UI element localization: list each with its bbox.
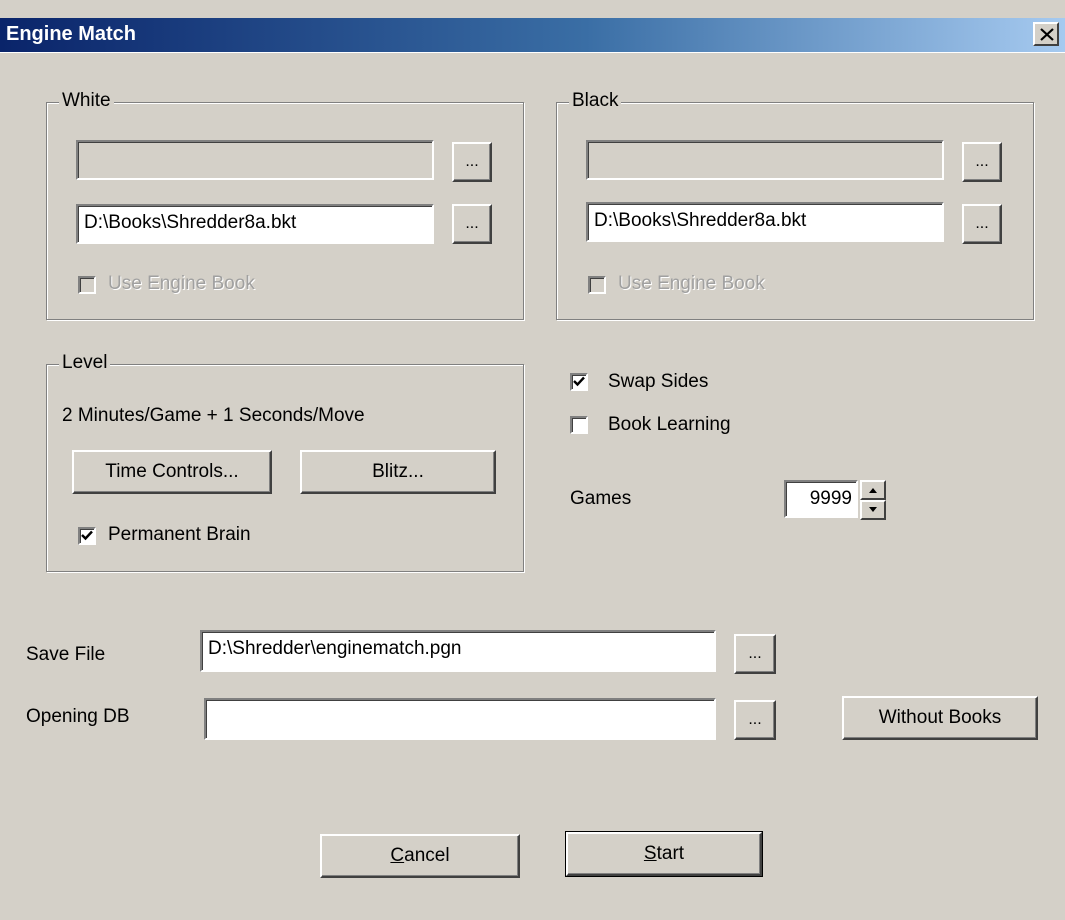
spin-down-button[interactable] [860, 500, 886, 520]
black-engine-browse-button[interactable]: ... [962, 142, 1002, 182]
spin-up-button[interactable] [860, 480, 886, 500]
start-button[interactable]: Start [565, 831, 763, 877]
save-file-label: Save File [26, 644, 106, 665]
swap-sides-label: Swap Sides [608, 371, 709, 392]
permanent-brain-checkbox[interactable] [78, 527, 96, 545]
white-use-engine-book-checkbox[interactable] [78, 276, 96, 294]
white-book-field[interactable]: D:\Books\Shredder8a.bkt [76, 204, 434, 244]
white-use-engine-book-label: Use Engine Book [108, 273, 255, 294]
black-legend: Black [569, 90, 622, 112]
black-use-engine-book-checkbox[interactable] [588, 276, 606, 294]
black-book-field[interactable]: D:\Books\Shredder8a.bkt [586, 202, 944, 242]
checkmark-icon [81, 530, 93, 541]
close-icon [1040, 28, 1054, 41]
book-learning-checkbox[interactable] [570, 416, 588, 434]
without-books-button[interactable]: Without Books [842, 696, 1038, 740]
white-book-browse-button[interactable]: ... [452, 204, 492, 244]
close-button[interactable] [1033, 22, 1059, 46]
black-book-browse-button[interactable]: ... [962, 204, 1002, 244]
black-use-engine-book-label: Use Engine Book [618, 273, 765, 294]
black-engine-field[interactable] [586, 140, 944, 180]
games-input[interactable]: 9999 [784, 480, 858, 518]
checkmark-icon [573, 376, 585, 387]
blitz-button[interactable]: Blitz... [300, 450, 496, 494]
save-file-input[interactable]: D:\Shredder\enginematch.pgn [200, 630, 716, 672]
window-title: Engine Match [6, 23, 137, 45]
games-label: Games [570, 488, 632, 509]
arrow-up-icon [869, 488, 877, 493]
permanent-brain-label: Permanent Brain [108, 524, 251, 545]
level-description: 2 Minutes/Game + 1 Seconds/Move [62, 405, 365, 426]
save-file-browse-button[interactable]: ... [734, 634, 776, 674]
arrow-down-icon [869, 507, 877, 512]
opening-db-input[interactable] [204, 698, 716, 740]
start-button-label: Start [643, 843, 685, 864]
book-learning-label: Book Learning [608, 414, 731, 435]
cancel-button-label: Cancel [390, 845, 450, 866]
opening-db-label: Opening DB [26, 706, 130, 727]
title-bar: Engine Match [0, 18, 1065, 53]
swap-sides-checkbox[interactable] [570, 373, 588, 391]
cancel-button[interactable]: Cancel [320, 834, 520, 878]
level-legend: Level [59, 352, 111, 374]
white-engine-field[interactable] [76, 140, 434, 180]
games-spinner[interactable] [860, 480, 886, 520]
white-legend: White [59, 90, 114, 112]
white-engine-browse-button[interactable]: ... [452, 142, 492, 182]
time-controls-button[interactable]: Time Controls... [72, 450, 272, 494]
opening-db-browse-button[interactable]: ... [734, 700, 776, 740]
